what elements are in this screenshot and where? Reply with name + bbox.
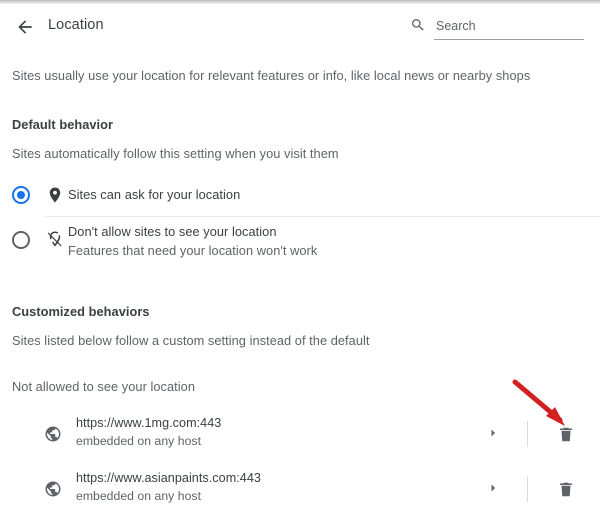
location-pin-icon (46, 186, 64, 204)
site-item-texts: https://www.asianpaints.com:443 embedded… (76, 469, 261, 505)
site-list-item[interactable]: https://www.asianpaints.com:443 embedded… (0, 463, 600, 515)
customized-behaviors-subtitle: Sites listed below follow a custom setti… (12, 333, 370, 348)
search-icon (410, 17, 426, 33)
page-title: Location (48, 17, 104, 33)
radio-option-description: Features that need your location won't w… (68, 241, 317, 260)
row-separator (527, 421, 528, 447)
search-box[interactable] (434, 15, 584, 40)
default-behavior-title: Default behavior (12, 117, 113, 132)
globe-icon (44, 425, 62, 443)
radio-option-label: Sites can ask for your location (68, 185, 240, 204)
settings-page: Location Sites usually use your location… (0, 4, 600, 508)
site-group-label: Not allowed to see your location (12, 379, 195, 394)
delete-button-row-0[interactable] (557, 425, 575, 444)
site-list-item[interactable]: https://www.1mg.com:443 embedded on any … (0, 408, 600, 460)
option-divider (45, 216, 600, 217)
radio-button-unselected[interactable] (12, 231, 30, 249)
row-separator (527, 476, 528, 502)
radio-option-sites-can-ask[interactable]: Sites can ask for your location (0, 180, 600, 216)
site-embedded-label: embedded on any host (76, 432, 221, 450)
delete-button-row-1[interactable] (557, 480, 575, 499)
arrow-left-icon (15, 17, 35, 37)
intro-text: Sites usually use your location for rele… (12, 68, 530, 83)
back-button[interactable] (12, 14, 38, 40)
chevron-right-icon[interactable] (487, 482, 499, 494)
radio-option-dont-allow[interactable]: Don't allow sites to see your location F… (0, 220, 600, 268)
globe-icon (44, 480, 62, 498)
site-item-texts: https://www.1mg.com:443 embedded on any … (76, 414, 221, 450)
radio-button-selected[interactable] (12, 186, 30, 204)
page-header: Location (0, 4, 600, 48)
location-pin-off-icon (46, 230, 64, 248)
customized-behaviors-title: Customized behaviors (12, 304, 150, 319)
site-url: https://www.asianpaints.com:443 (76, 469, 261, 487)
default-behavior-subtitle: Sites automatically follow this setting … (12, 146, 339, 161)
chevron-right-icon[interactable] (487, 427, 499, 439)
radio-option-texts: Sites can ask for your location (68, 185, 240, 204)
search-input[interactable] (434, 19, 584, 36)
radio-option-texts: Don't allow sites to see your location F… (68, 222, 317, 260)
site-embedded-label: embedded on any host (76, 487, 261, 505)
radio-option-label: Don't allow sites to see your location (68, 222, 317, 241)
site-url: https://www.1mg.com:443 (76, 414, 221, 432)
